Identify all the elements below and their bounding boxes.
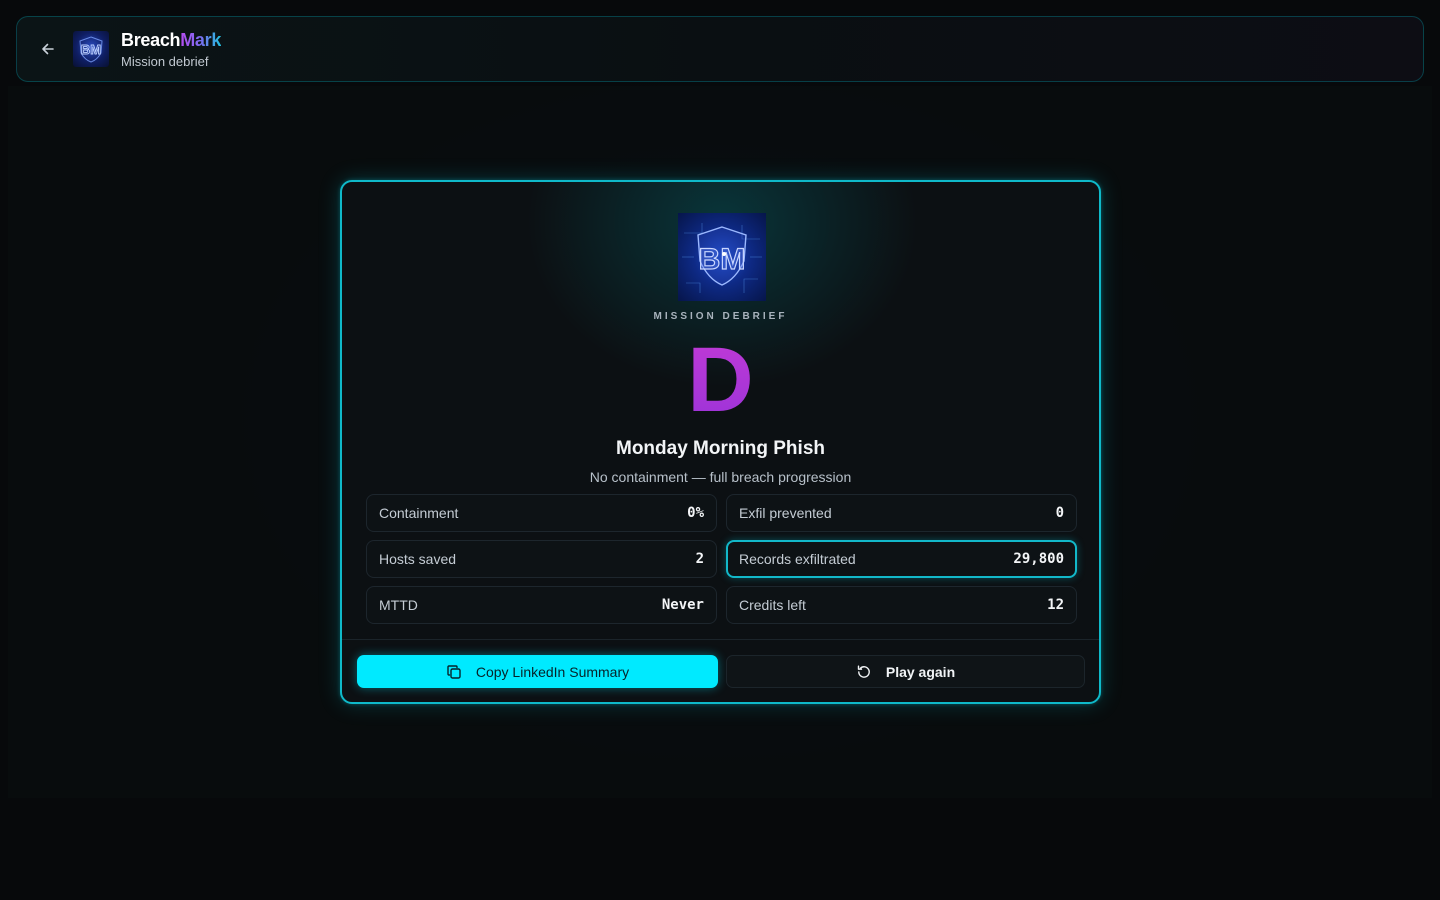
app-logo: BM <box>73 31 109 67</box>
stat-value: 29,800 <box>1013 551 1064 567</box>
stat-label: Exfil prevented <box>739 505 832 521</box>
stats-grid: Containment 0% Exfil prevented 0 Hosts s… <box>366 494 1078 624</box>
copy-icon <box>446 664 462 680</box>
top-bar: BM BreachMark Mission debrief <box>16 16 1424 82</box>
stat-value: 0% <box>687 505 704 521</box>
debrief-card: BM MISSION DEBRIEF D Monday Morning Phis… <box>340 180 1101 704</box>
play-again-label: Play again <box>885 663 956 680</box>
copy-button-label: Copy LinkedIn Summary <box>475 663 630 680</box>
svg-text:BM: BM <box>81 42 101 57</box>
stat-value: 0 <box>1055 505 1064 521</box>
header-subtitle: Mission debrief <box>121 53 209 69</box>
stat-credits-left: Credits left 12 <box>726 586 1077 624</box>
action-row: Copy LinkedIn Summary Play again <box>357 655 1085 688</box>
stat-value: Never <box>661 597 704 613</box>
brand-name: BreachMark <box>121 29 222 50</box>
stat-mttd: MTTD Never <box>366 586 717 624</box>
outcome-summary: No containment — full breach progression <box>589 469 852 485</box>
rotate-ccw-icon <box>856 664 872 680</box>
section-kicker: MISSION DEBRIEF <box>653 311 788 322</box>
divider <box>342 639 1099 640</box>
stat-hosts-saved: Hosts saved 2 <box>366 540 717 578</box>
svg-text:BM: BM <box>699 243 746 276</box>
play-again-button[interactable]: Play again <box>726 655 1085 688</box>
arrow-left-icon <box>42 43 54 55</box>
stat-exfil-prevented: Exfil prevented 0 <box>726 494 1077 532</box>
stat-label: Containment <box>379 505 459 521</box>
copy-linkedin-summary-button[interactable]: Copy LinkedIn Summary <box>357 655 718 688</box>
stat-label: Credits left <box>739 597 806 613</box>
scenario-title: Monday Morning Phish <box>616 438 825 459</box>
stat-label: MTTD <box>379 597 418 613</box>
stat-value: 12 <box>1047 597 1064 613</box>
mission-grade: D <box>342 332 1099 428</box>
mission-logo: BM <box>678 213 766 301</box>
stat-containment: Containment 0% <box>366 494 717 532</box>
stat-value: 2 <box>695 551 704 567</box>
stat-label: Records exfiltrated <box>739 551 856 567</box>
stat-label: Hosts saved <box>379 551 457 567</box>
stat-records-exfiltrated: Records exfiltrated 29,800 <box>726 540 1077 578</box>
back-button[interactable] <box>39 40 57 58</box>
